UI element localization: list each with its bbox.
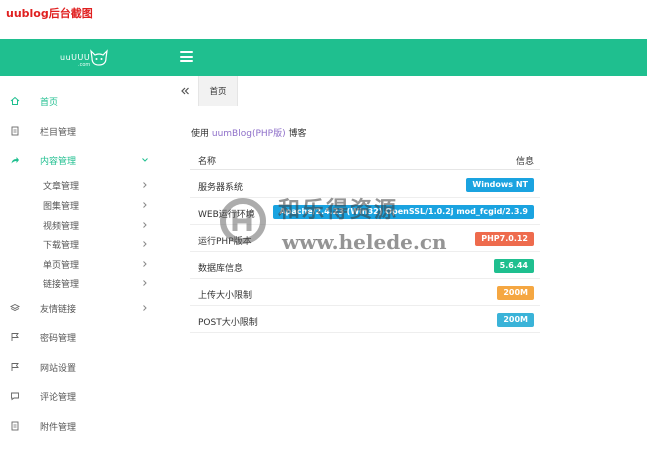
sidebar-item-password[interactable]: 密码管理 xyxy=(0,327,172,347)
info-badge: Apache/2.4.23 (Win32) OpenSSL/1.0.2j mod… xyxy=(273,205,534,219)
brand-link[interactable]: uumBlog(PHP版) xyxy=(212,129,286,139)
submenu-item-pages[interactable]: 单页管理 xyxy=(0,255,172,273)
submenu-item-links[interactable]: 链接管理 xyxy=(0,274,172,292)
sidebar-item-label: 附件管理 xyxy=(40,422,77,433)
sidebar-item-label: 网站设置 xyxy=(40,363,77,374)
info-badge: 200M xyxy=(497,286,534,300)
submenu-item-label: 下载管理 xyxy=(43,240,80,251)
top-header: uuUUU .com xyxy=(0,39,647,76)
column-header-info: 信息 xyxy=(515,157,534,167)
chevron-right-icon xyxy=(143,182,147,188)
sidebar-item-site-settings[interactable]: 网站设置 xyxy=(0,357,172,377)
sidebar-item-label: 评论管理 xyxy=(40,392,77,403)
sidebar-item-home[interactable]: 首页 xyxy=(0,91,172,111)
sidebar-item-label: 友情链接 xyxy=(40,304,77,315)
sidebar-item-comments[interactable]: 评论管理 xyxy=(0,386,172,406)
sidebar: 首页 栏目管理 内容管理 文章管理 图集管理 视频管理 下载管理 单页管理 链接… xyxy=(0,76,172,450)
submenu-item-label: 单页管理 xyxy=(43,260,80,271)
sidebar-item-columns[interactable]: 栏目管理 xyxy=(0,121,172,141)
row-label: POST大小限制 xyxy=(198,318,258,328)
table-row: 上传大小限制 200M xyxy=(190,280,540,306)
submenu-item-articles[interactable]: 文章管理 xyxy=(0,176,172,194)
info-badge: 200M xyxy=(497,313,534,327)
table-row: WEB运行环境 Apache/2.4.23 (Win32) OpenSSL/1.… xyxy=(190,199,540,225)
submenu-item-label: 文章管理 xyxy=(43,181,80,192)
chevron-down-icon xyxy=(142,158,148,162)
submenu-item-videos[interactable]: 视频管理 xyxy=(0,216,172,234)
submenu-item-downloads[interactable]: 下载管理 xyxy=(0,235,172,253)
menu-toggle-icon[interactable] xyxy=(180,51,193,62)
share-icon xyxy=(11,157,19,164)
chevron-right-icon xyxy=(143,305,147,311)
chevron-right-icon xyxy=(143,261,147,267)
site-logo[interactable]: uuUUU .com xyxy=(60,48,110,70)
submenu-item-label: 视频管理 xyxy=(43,221,80,232)
info-badge: Windows NT xyxy=(466,178,534,192)
chevron-right-icon xyxy=(143,280,147,286)
chevron-right-icon xyxy=(143,222,147,228)
sidebar-item-label: 首页 xyxy=(40,97,59,108)
cat-logo-icon xyxy=(90,49,108,66)
sidebar-item-label: 栏目管理 xyxy=(40,127,77,138)
sidebar-item-content[interactable]: 内容管理 xyxy=(0,150,172,170)
table-row: POST大小限制 200M xyxy=(190,307,540,333)
welcome-prefix: 使用 xyxy=(191,129,212,139)
comment-icon xyxy=(11,392,19,401)
sidebar-item-label: 密码管理 xyxy=(40,333,77,344)
table-row: 服务器系统 Windows NT xyxy=(190,172,540,198)
flag-icon xyxy=(11,333,19,341)
table-header: 名称 信息 xyxy=(190,148,540,170)
row-label: 上传大小限制 xyxy=(198,291,253,301)
welcome-suffix: 博客 xyxy=(285,129,307,139)
tab-home[interactable]: 首页 xyxy=(198,76,238,106)
welcome-text: 使用 uumBlog(PHP版) 博客 xyxy=(191,126,306,139)
tab-bar: 首页 xyxy=(172,76,647,106)
info-badge: 5.6.44 xyxy=(493,259,534,273)
sidebar-item-label: 内容管理 xyxy=(40,156,77,167)
double-chevron-left-icon[interactable] xyxy=(180,86,190,96)
submenu-item-label: 图集管理 xyxy=(43,201,80,212)
sidebar-item-friend-links[interactable]: 友情链接 xyxy=(0,298,172,318)
info-badge: PHP7.0.12 xyxy=(475,232,534,246)
table-row: 运行PHP版本 PHP7.0.12 xyxy=(190,226,540,252)
logo-text: uuUUU xyxy=(60,53,91,62)
doc-icon xyxy=(11,421,19,431)
submenu-item-label: 链接管理 xyxy=(43,279,80,290)
row-label: 服务器系统 xyxy=(198,183,244,193)
submenu-item-galleries[interactable]: 图集管理 xyxy=(0,196,172,214)
chevron-right-icon xyxy=(143,202,147,208)
column-header-name: 名称 xyxy=(198,157,217,167)
row-label: WEB运行环境 xyxy=(198,210,255,220)
sidebar-item-attachments[interactable]: 附件管理 xyxy=(0,416,172,436)
flag-icon xyxy=(11,363,19,371)
row-label: 运行PHP版本 xyxy=(198,237,252,247)
page-caption: uublog后台截图 xyxy=(6,7,93,20)
table-row: 数据库信息 5.6.44 xyxy=(190,253,540,279)
row-label: 数据库信息 xyxy=(198,264,244,274)
layers-icon xyxy=(10,303,20,312)
chevron-right-icon xyxy=(143,241,147,247)
home-icon xyxy=(10,96,20,105)
doc-icon xyxy=(11,126,19,136)
